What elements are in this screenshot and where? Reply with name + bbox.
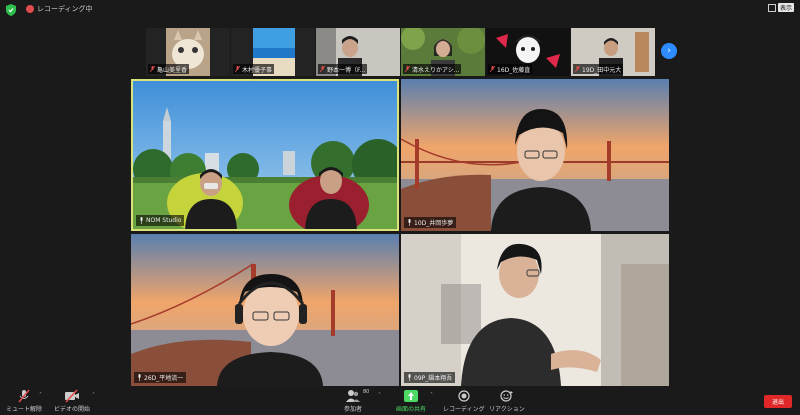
tile-name-label: 26D_平地流一	[134, 372, 187, 383]
recording-indicator[interactable]: レコーディング中	[26, 4, 93, 14]
share-screen-button[interactable]: 画面の共有	[396, 389, 426, 413]
pin-icon	[408, 219, 411, 226]
thumbnail-name: 野本一博（F...	[318, 64, 368, 74]
top-status-bar: レコーディング中 表示	[0, 0, 800, 20]
participants-button[interactable]: 参加者	[344, 389, 362, 413]
golden-gate-background-image	[401, 79, 669, 231]
share-screen-icon	[404, 390, 418, 402]
thumbnail-name: 16D_佐藤直	[488, 64, 533, 74]
mic-muted-icon	[490, 65, 495, 72]
record-button[interactable]: レコーディング	[443, 389, 485, 413]
thumbnail-participant[interactable]: 19D_田中元大	[571, 28, 655, 76]
chevron-right-icon: ›	[667, 46, 671, 56]
thumbnail-name: 亀山美里香	[148, 64, 190, 74]
thumbnail-name: 19D_田中元大	[573, 64, 624, 74]
view-label: 表示	[777, 3, 794, 12]
thumbnail-participant[interactable]: 亀山美里香	[146, 28, 230, 76]
leave-meeting-button[interactable]: 退出	[764, 395, 792, 408]
room-background-image	[401, 234, 669, 386]
mic-muted-icon	[235, 65, 240, 72]
mic-muted-icon	[18, 389, 30, 403]
thumbnail-participant[interactable]: 木村優子事	[231, 28, 315, 76]
participants-count: 80	[363, 389, 370, 395]
recording-label: レコーディング中	[37, 5, 93, 13]
shield-icon[interactable]	[6, 4, 16, 16]
video-off-icon	[65, 389, 79, 403]
video-tile[interactable]: 26D_平地流一	[131, 234, 399, 386]
mic-muted-icon	[575, 65, 580, 72]
next-page-button[interactable]: ›	[661, 43, 677, 59]
smiley-plus-icon	[500, 390, 513, 402]
zoom-meeting-window: レコーディング中 表示 亀山美里香 木村優子事 野本一博（F... 清水えりかア…	[0, 0, 800, 415]
park-background-image	[133, 81, 397, 229]
mic-muted-icon	[405, 65, 410, 72]
thumbnail-participant[interactable]: 16D_佐藤直	[486, 28, 570, 76]
mic-muted-icon	[150, 65, 155, 72]
video-options-chevron-up-icon[interactable]: ˄	[92, 392, 95, 399]
tile-name-label: 09P_鍋本翔吾	[404, 372, 456, 383]
audio-options-chevron-up-icon[interactable]: ˄	[39, 392, 42, 399]
start-video-button[interactable]: ビデオの開始	[54, 389, 90, 413]
unmute-button[interactable]: ミュート解除	[6, 389, 42, 413]
pin-icon	[140, 217, 143, 224]
tile-name-label: 10D_井岡歩夢	[404, 217, 457, 228]
meeting-toolbar: ミュート解除 ˄ ビデオの開始 ˄ 参加者 80 ˄ 画面の共有 ˄ レコーディ…	[0, 387, 800, 415]
tile-name-label: NOM Studio	[136, 215, 185, 226]
video-tile[interactable]: 10D_井岡歩夢	[401, 79, 669, 231]
reaction-button[interactable]: リアクション	[489, 389, 525, 413]
video-tile[interactable]: 09P_鍋本翔吾	[401, 234, 669, 386]
golden-gate-background-image	[131, 234, 399, 386]
thumbnail-participant[interactable]: 清水えりかアシ...	[401, 28, 485, 76]
participants-options-chevron-up-icon[interactable]: ˄	[378, 392, 381, 399]
grid-view-icon	[767, 3, 776, 12]
record-dot-icon	[26, 5, 34, 13]
video-tile-active-speaker[interactable]: NOM Studio	[131, 79, 399, 231]
pin-icon	[408, 374, 411, 381]
participants-icon	[346, 390, 360, 402]
view-button[interactable]: 表示	[767, 3, 794, 12]
thumbnail-name: 木村優子事	[233, 64, 275, 74]
pin-icon	[138, 374, 141, 381]
thumbnail-name: 清水えりかアシ...	[403, 64, 462, 74]
share-options-chevron-up-icon[interactable]: ˄	[430, 392, 433, 399]
thumbnail-participant[interactable]: 野本一博（F...	[316, 28, 400, 76]
mic-muted-icon	[320, 65, 325, 72]
record-icon	[458, 390, 470, 402]
